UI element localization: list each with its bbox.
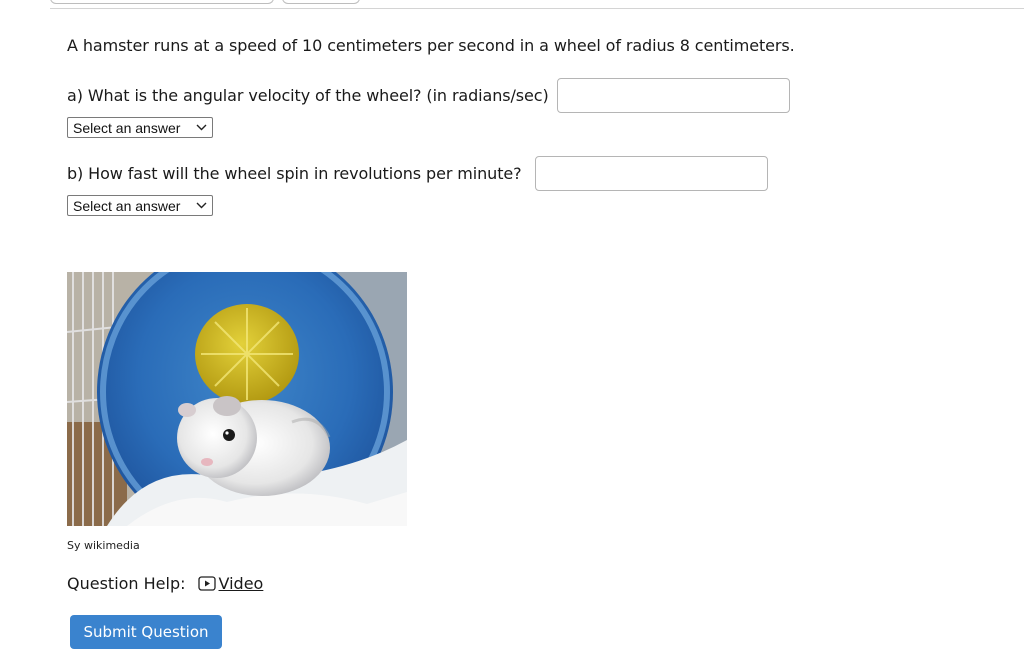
part-a-label: a) What is the angular velocity of the w… (67, 86, 549, 105)
top-divider (50, 8, 1024, 9)
part-a-row: a) What is the angular velocity of the w… (67, 78, 790, 113)
hamster-wheel-photo (67, 272, 407, 526)
top-nav-tab[interactable] (50, 0, 274, 4)
chevron-down-icon (196, 202, 207, 209)
part-b-row: b) How fast will the wheel spin in revol… (67, 156, 768, 191)
video-help-link[interactable]: Video (197, 574, 264, 593)
part-a-answer-select[interactable]: Select an answer (67, 117, 213, 138)
part-a-select-value: Select an answer (73, 119, 181, 136)
question-help-row: Question Help: Video (67, 574, 263, 593)
image-attribution: Sy wikimedia (67, 539, 140, 552)
part-b-label: b) How fast will the wheel spin in revol… (67, 164, 522, 183)
question-help-label: Question Help: (67, 574, 186, 593)
play-icon (197, 576, 216, 591)
part-b-select-value: Select an answer (73, 197, 181, 214)
part-b-answer-select[interactable]: Select an answer (67, 195, 213, 216)
chevron-down-icon (196, 124, 207, 131)
video-link-label: Video (218, 574, 264, 593)
submit-question-button[interactable]: Submit Question (70, 615, 222, 649)
top-nav-tab[interactable] (282, 0, 360, 4)
question-text: A hamster runs at a speed of 10 centimet… (67, 36, 795, 55)
part-b-answer-input[interactable] (534, 156, 768, 191)
part-a-answer-input[interactable] (556, 78, 790, 113)
